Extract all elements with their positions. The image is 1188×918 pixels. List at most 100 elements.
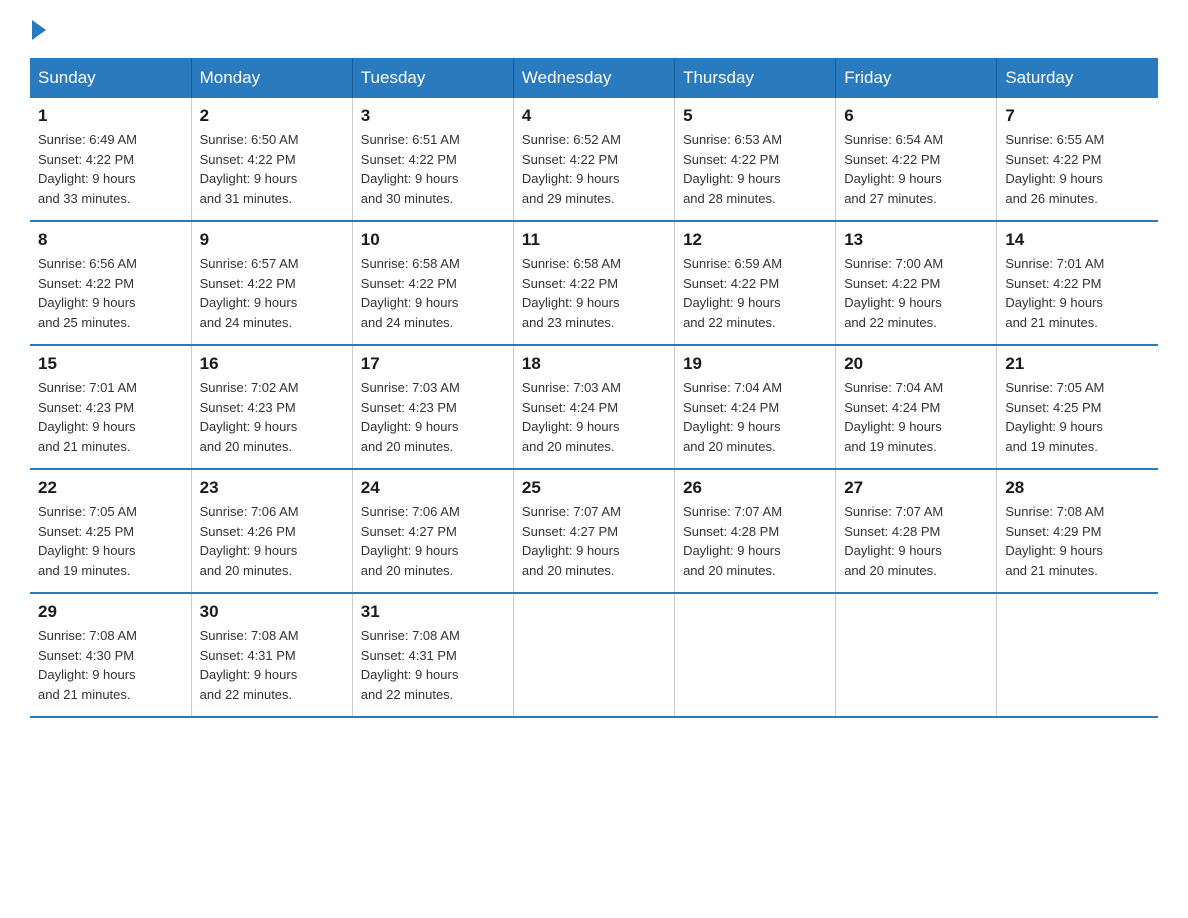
calendar-cell: 5 Sunrise: 6:53 AM Sunset: 4:22 PM Dayli…	[675, 98, 836, 221]
calendar-cell: 16 Sunrise: 7:02 AM Sunset: 4:23 PM Dayl…	[191, 345, 352, 469]
calendar-cell: 15 Sunrise: 7:01 AM Sunset: 4:23 PM Dayl…	[30, 345, 191, 469]
day-info: Sunrise: 6:55 AM Sunset: 4:22 PM Dayligh…	[1005, 130, 1150, 208]
calendar-cell: 2 Sunrise: 6:50 AM Sunset: 4:22 PM Dayli…	[191, 98, 352, 221]
day-number: 26	[683, 478, 827, 498]
day-header-tuesday: Tuesday	[352, 58, 513, 98]
calendar-cell: 7 Sunrise: 6:55 AM Sunset: 4:22 PM Dayli…	[997, 98, 1158, 221]
day-number: 29	[38, 602, 183, 622]
day-info: Sunrise: 7:08 AM Sunset: 4:29 PM Dayligh…	[1005, 502, 1150, 580]
calendar-cell: 3 Sunrise: 6:51 AM Sunset: 4:22 PM Dayli…	[352, 98, 513, 221]
day-number: 30	[200, 602, 344, 622]
day-info: Sunrise: 6:57 AM Sunset: 4:22 PM Dayligh…	[200, 254, 344, 332]
day-info: Sunrise: 6:53 AM Sunset: 4:22 PM Dayligh…	[683, 130, 827, 208]
day-number: 16	[200, 354, 344, 374]
day-header-monday: Monday	[191, 58, 352, 98]
day-number: 18	[522, 354, 666, 374]
logo-arrow-icon	[32, 20, 46, 40]
day-info: Sunrise: 7:06 AM Sunset: 4:26 PM Dayligh…	[200, 502, 344, 580]
day-info: Sunrise: 7:03 AM Sunset: 4:23 PM Dayligh…	[361, 378, 505, 456]
calendar-cell	[513, 593, 674, 717]
calendar-cell: 25 Sunrise: 7:07 AM Sunset: 4:27 PM Dayl…	[513, 469, 674, 593]
calendar-cell: 20 Sunrise: 7:04 AM Sunset: 4:24 PM Dayl…	[836, 345, 997, 469]
day-number: 25	[522, 478, 666, 498]
day-info: Sunrise: 7:07 AM Sunset: 4:27 PM Dayligh…	[522, 502, 666, 580]
calendar-cell: 28 Sunrise: 7:08 AM Sunset: 4:29 PM Dayl…	[997, 469, 1158, 593]
day-info: Sunrise: 6:50 AM Sunset: 4:22 PM Dayligh…	[200, 130, 344, 208]
calendar-cell: 10 Sunrise: 6:58 AM Sunset: 4:22 PM Dayl…	[352, 221, 513, 345]
day-info: Sunrise: 7:01 AM Sunset: 4:22 PM Dayligh…	[1005, 254, 1150, 332]
day-number: 1	[38, 106, 183, 126]
day-number: 31	[361, 602, 505, 622]
day-number: 24	[361, 478, 505, 498]
day-number: 12	[683, 230, 827, 250]
day-number: 2	[200, 106, 344, 126]
day-info: Sunrise: 6:59 AM Sunset: 4:22 PM Dayligh…	[683, 254, 827, 332]
calendar-cell: 23 Sunrise: 7:06 AM Sunset: 4:26 PM Dayl…	[191, 469, 352, 593]
day-info: Sunrise: 6:54 AM Sunset: 4:22 PM Dayligh…	[844, 130, 988, 208]
calendar-cell: 21 Sunrise: 7:05 AM Sunset: 4:25 PM Dayl…	[997, 345, 1158, 469]
day-info: Sunrise: 7:07 AM Sunset: 4:28 PM Dayligh…	[683, 502, 827, 580]
day-number: 10	[361, 230, 505, 250]
calendar-cell: 30 Sunrise: 7:08 AM Sunset: 4:31 PM Dayl…	[191, 593, 352, 717]
day-number: 23	[200, 478, 344, 498]
day-number: 21	[1005, 354, 1150, 374]
day-number: 13	[844, 230, 988, 250]
day-header-friday: Friday	[836, 58, 997, 98]
day-number: 5	[683, 106, 827, 126]
day-header-saturday: Saturday	[997, 58, 1158, 98]
day-header-sunday: Sunday	[30, 58, 191, 98]
day-number: 17	[361, 354, 505, 374]
calendar-cell: 14 Sunrise: 7:01 AM Sunset: 4:22 PM Dayl…	[997, 221, 1158, 345]
calendar-week-row: 29 Sunrise: 7:08 AM Sunset: 4:30 PM Dayl…	[30, 593, 1158, 717]
day-info: Sunrise: 7:08 AM Sunset: 4:31 PM Dayligh…	[200, 626, 344, 704]
calendar-header-row: SundayMondayTuesdayWednesdayThursdayFrid…	[30, 58, 1158, 98]
day-info: Sunrise: 6:49 AM Sunset: 4:22 PM Dayligh…	[38, 130, 183, 208]
calendar-cell: 9 Sunrise: 6:57 AM Sunset: 4:22 PM Dayli…	[191, 221, 352, 345]
calendar-cell: 4 Sunrise: 6:52 AM Sunset: 4:22 PM Dayli…	[513, 98, 674, 221]
day-info: Sunrise: 7:06 AM Sunset: 4:27 PM Dayligh…	[361, 502, 505, 580]
day-number: 6	[844, 106, 988, 126]
calendar-cell: 6 Sunrise: 6:54 AM Sunset: 4:22 PM Dayli…	[836, 98, 997, 221]
day-header-wednesday: Wednesday	[513, 58, 674, 98]
day-number: 14	[1005, 230, 1150, 250]
day-info: Sunrise: 7:08 AM Sunset: 4:31 PM Dayligh…	[361, 626, 505, 704]
day-info: Sunrise: 7:04 AM Sunset: 4:24 PM Dayligh…	[844, 378, 988, 456]
calendar-cell: 26 Sunrise: 7:07 AM Sunset: 4:28 PM Dayl…	[675, 469, 836, 593]
day-info: Sunrise: 6:51 AM Sunset: 4:22 PM Dayligh…	[361, 130, 505, 208]
calendar-cell: 13 Sunrise: 7:00 AM Sunset: 4:22 PM Dayl…	[836, 221, 997, 345]
day-number: 7	[1005, 106, 1150, 126]
day-info: Sunrise: 7:05 AM Sunset: 4:25 PM Dayligh…	[1005, 378, 1150, 456]
day-number: 11	[522, 230, 666, 250]
calendar-cell: 24 Sunrise: 7:06 AM Sunset: 4:27 PM Dayl…	[352, 469, 513, 593]
calendar-week-row: 15 Sunrise: 7:01 AM Sunset: 4:23 PM Dayl…	[30, 345, 1158, 469]
calendar-cell	[836, 593, 997, 717]
day-number: 22	[38, 478, 183, 498]
calendar-cell	[675, 593, 836, 717]
calendar-cell: 11 Sunrise: 6:58 AM Sunset: 4:22 PM Dayl…	[513, 221, 674, 345]
day-info: Sunrise: 7:02 AM Sunset: 4:23 PM Dayligh…	[200, 378, 344, 456]
calendar-cell: 19 Sunrise: 7:04 AM Sunset: 4:24 PM Dayl…	[675, 345, 836, 469]
day-info: Sunrise: 6:58 AM Sunset: 4:22 PM Dayligh…	[361, 254, 505, 332]
calendar-cell: 12 Sunrise: 6:59 AM Sunset: 4:22 PM Dayl…	[675, 221, 836, 345]
calendar-cell: 29 Sunrise: 7:08 AM Sunset: 4:30 PM Dayl…	[30, 593, 191, 717]
calendar-cell: 17 Sunrise: 7:03 AM Sunset: 4:23 PM Dayl…	[352, 345, 513, 469]
day-number: 28	[1005, 478, 1150, 498]
day-info: Sunrise: 6:56 AM Sunset: 4:22 PM Dayligh…	[38, 254, 183, 332]
page-header	[30, 20, 1158, 38]
day-number: 20	[844, 354, 988, 374]
calendar-cell: 22 Sunrise: 7:05 AM Sunset: 4:25 PM Dayl…	[30, 469, 191, 593]
calendar-week-row: 22 Sunrise: 7:05 AM Sunset: 4:25 PM Dayl…	[30, 469, 1158, 593]
day-info: Sunrise: 7:04 AM Sunset: 4:24 PM Dayligh…	[683, 378, 827, 456]
day-number: 19	[683, 354, 827, 374]
day-number: 9	[200, 230, 344, 250]
day-info: Sunrise: 6:58 AM Sunset: 4:22 PM Dayligh…	[522, 254, 666, 332]
calendar-cell: 27 Sunrise: 7:07 AM Sunset: 4:28 PM Dayl…	[836, 469, 997, 593]
day-header-thursday: Thursday	[675, 58, 836, 98]
calendar-cell: 1 Sunrise: 6:49 AM Sunset: 4:22 PM Dayli…	[30, 98, 191, 221]
day-info: Sunrise: 7:01 AM Sunset: 4:23 PM Dayligh…	[38, 378, 183, 456]
day-number: 4	[522, 106, 666, 126]
calendar-cell: 18 Sunrise: 7:03 AM Sunset: 4:24 PM Dayl…	[513, 345, 674, 469]
day-number: 8	[38, 230, 183, 250]
day-number: 15	[38, 354, 183, 374]
day-info: Sunrise: 7:08 AM Sunset: 4:30 PM Dayligh…	[38, 626, 183, 704]
